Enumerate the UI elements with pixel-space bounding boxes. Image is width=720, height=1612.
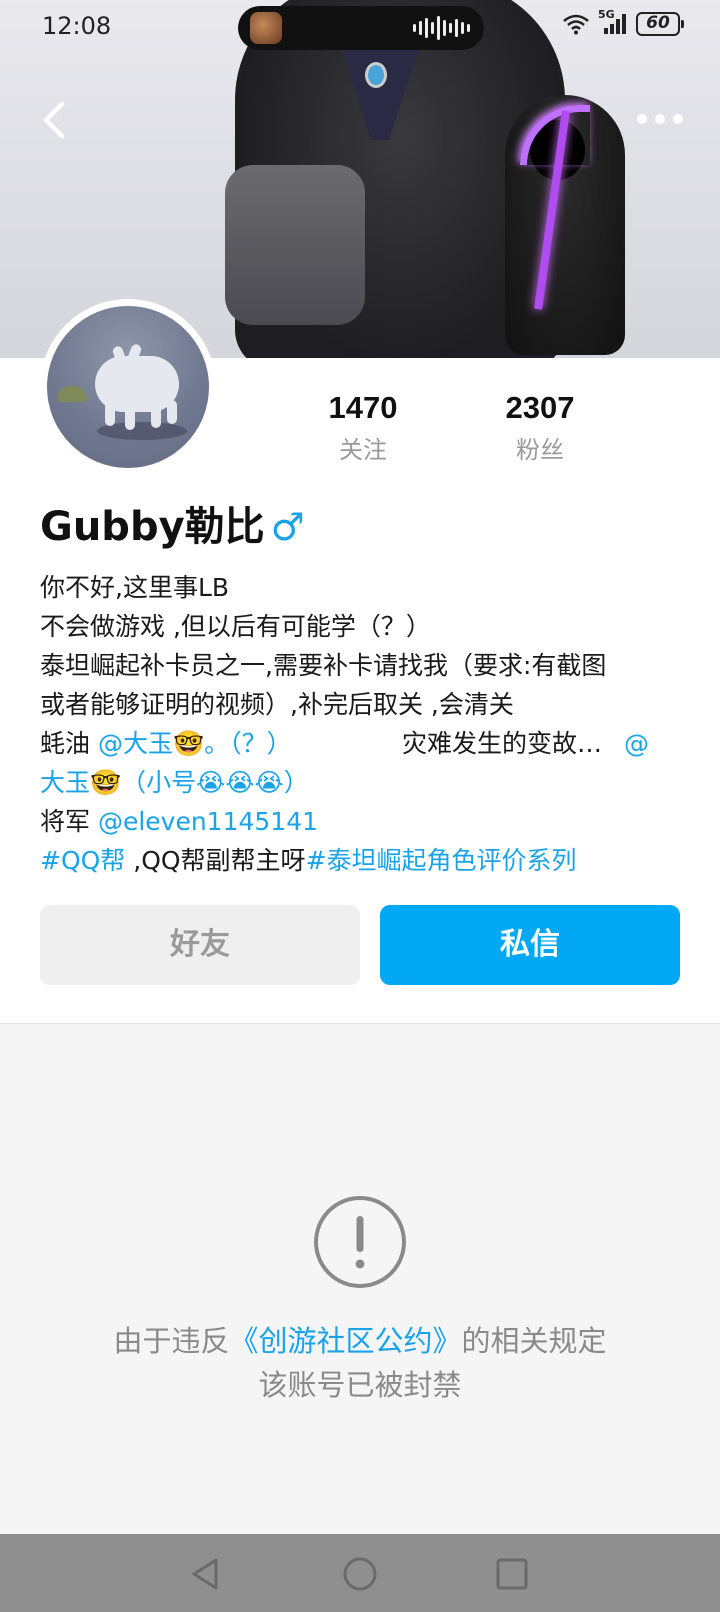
system-navigation-bar [0, 1534, 720, 1612]
more-dots-icon [637, 114, 683, 124]
ban-text: 的相关规定 [461, 1324, 607, 1358]
ban-message: 由于违反《创游社区公约》的相关规定 [0, 1318, 720, 1360]
following-label: 关注 [339, 436, 387, 464]
warning-icon [312, 1194, 408, 1290]
battery-indicator: 60 [636, 12, 684, 36]
nav-recents-button[interactable] [492, 1554, 532, 1594]
triangle-back-icon [192, 1558, 218, 1590]
following-count: 1470 [328, 390, 398, 425]
avatar-pig-leg [125, 406, 135, 430]
gender-male-icon: ♂ [270, 505, 305, 549]
dynamic-island[interactable] [238, 6, 484, 50]
bio: 你不好,这里事LB 不会做游戏 ,但以后有可能学（？） 泰坦崛起补卡员之一,需要… [40, 568, 680, 880]
mention-link[interactable]: @ [624, 724, 649, 763]
avatar-pig-leg [151, 404, 161, 428]
nav-home-button[interactable] [340, 1554, 380, 1594]
status-time: 12:08 [42, 12, 112, 40]
avatar-pig-leg [167, 400, 177, 424]
community-rules-link[interactable]: 《创游社区公约》 [229, 1324, 461, 1358]
bio-line: #QQ帮 ,QQ帮副帮主呀#泰坦崛起角色评价系列 [40, 841, 680, 880]
banner-figure-gem [365, 62, 387, 88]
bio-line: 将军 @eleven1145141 [40, 802, 680, 841]
mention-link[interactable]: 大玉🤓（小号😭😭😭） [40, 768, 309, 797]
username: Gubby勒比 ♂ [40, 494, 305, 552]
signal-icon: 5G [598, 8, 628, 36]
message-button[interactable]: 私信 [380, 905, 680, 985]
chevron-left-icon [43, 101, 65, 139]
bio-text: ,QQ帮副帮主呀 [125, 846, 306, 875]
bio-line: 或者能够证明的视频）,补完后取关 ,会清关 [40, 690, 514, 719]
followers-stat[interactable]: 2307 粉丝 [480, 390, 600, 465]
friend-button[interactable]: 好友 [40, 905, 360, 985]
bio-text: 将军 [40, 807, 98, 836]
banner-figure-fist [225, 165, 365, 325]
wifi-icon [563, 14, 589, 35]
avatar[interactable] [47, 306, 209, 468]
bio-line: 大玉🤓（小号😭😭😭） [40, 763, 680, 802]
avatar-pig-leg [105, 402, 115, 426]
bio-line: 泰坦崛起补卡员之一,需要补卡请找我（要求:有截图 [40, 651, 607, 680]
bio-line: 你不好,这里事LB [40, 573, 230, 602]
username-text: Gubby勒比 [40, 504, 265, 550]
mention-link[interactable]: @大玉🤓。（？） [98, 729, 292, 758]
bio-text: 灾难发生的变故… [402, 729, 603, 758]
status-icons: 5G 60 [562, 8, 684, 36]
nav-back-button[interactable] [186, 1554, 226, 1594]
more-options-button[interactable] [634, 104, 686, 134]
hashtag-link[interactable]: #泰坦崛起角色评价系列 [306, 846, 577, 875]
bio-text: 蚝油 [40, 729, 98, 758]
avatar-turtle [57, 386, 87, 402]
following-stat[interactable]: 1470 关注 [303, 390, 423, 465]
audio-wave-icon [413, 16, 470, 40]
followers-label: 粉丝 [516, 436, 564, 464]
bio-line: 不会做游戏 ,但以后有可能学（？） [40, 612, 431, 641]
island-app-avatar [250, 12, 282, 44]
hashtag-link[interactable]: #QQ帮 [40, 846, 125, 875]
back-button[interactable] [36, 98, 76, 142]
status-bar: 12:08 5G 60 [0, 0, 720, 54]
bio-line: 蚝油 @大玉🤓。（？） 灾难发生的变故… @ [40, 724, 680, 763]
square-recents-icon [496, 1558, 528, 1590]
profile-page: 12:08 5G 60 1470 关注 2307 粉丝 Gubby勒比 ♂ 你不… [0, 0, 720, 1612]
followers-count: 2307 [505, 390, 575, 425]
circle-home-icon [343, 1557, 377, 1591]
mention-link[interactable]: @eleven1145141 [98, 807, 318, 836]
ban-text: 由于违反 [113, 1324, 230, 1358]
ban-status-text: 该账号已被封禁 [258, 1368, 462, 1402]
